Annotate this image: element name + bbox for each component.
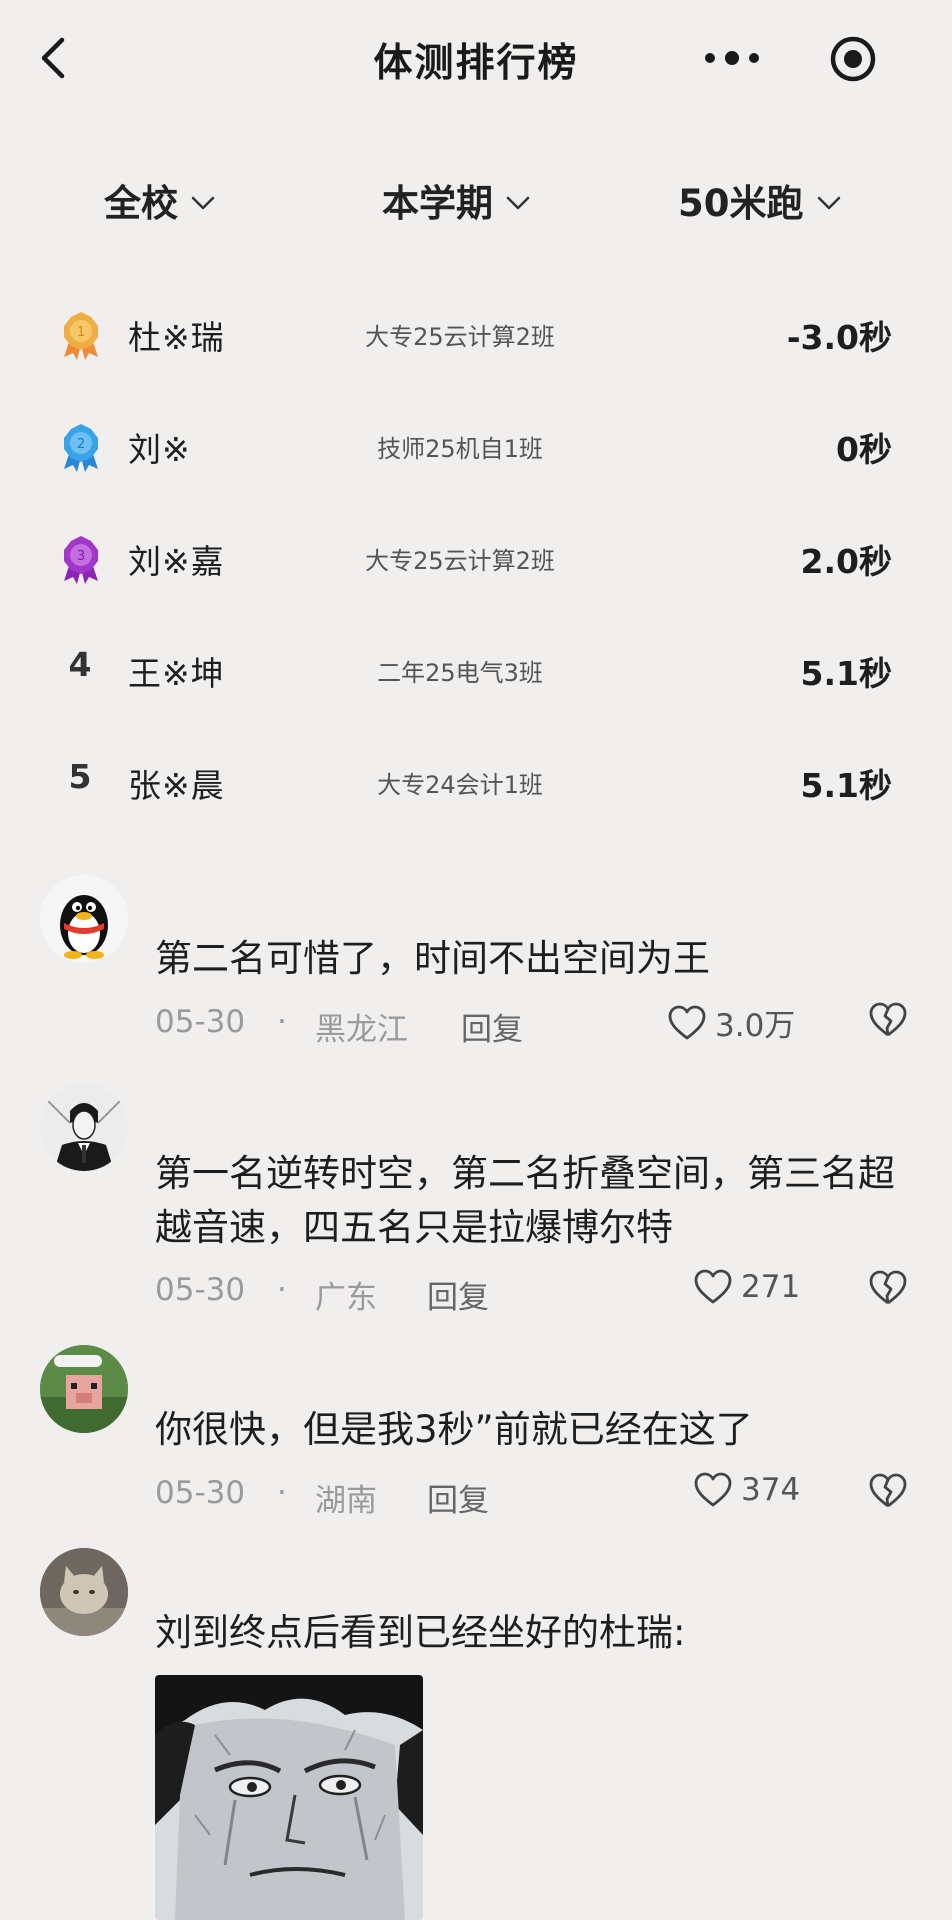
- bronze-medal-icon: 3: [64, 536, 98, 584]
- like-button[interactable]: 374: [693, 1471, 800, 1509]
- comment-text: 刘到终点后看到已经坐好的杜瑞:: [155, 1611, 686, 1654]
- comment-text: 你很快，但是我3秒”前就已经在这了: [155, 1408, 753, 1451]
- broken-heart-icon[interactable]: [867, 1268, 909, 1308]
- student-score: 2.0秒: [800, 542, 892, 581]
- avatar[interactable]: [40, 875, 128, 963]
- gold-medal-icon: 1: [64, 312, 98, 360]
- event-label: 50米跑: [678, 182, 804, 225]
- chevron-down-icon: [191, 196, 215, 210]
- like-count: 271: [741, 1269, 801, 1305]
- comment-date: 05-30: [155, 1272, 246, 1308]
- rank-number: 4: [68, 645, 92, 684]
- filter-bar: 全校 本学期 50米跑: [0, 170, 952, 230]
- reply-button[interactable]: 回复: [427, 1272, 489, 1317]
- more-icon: [705, 51, 759, 65]
- crying-anime-man-image: [155, 1675, 423, 1920]
- ranking-row[interactable]: 5 张※晨 大专24会计1班 5.1秒: [0, 751, 952, 811]
- student-name: 杜※瑞: [128, 318, 225, 357]
- like-button[interactable]: 3.0万: [667, 1000, 795, 1045]
- student-name: 张※晨: [128, 766, 225, 805]
- like-button[interactable]: 271: [693, 1268, 800, 1306]
- student-class: 大专25云计算2班: [365, 323, 555, 351]
- period-label: 本学期: [382, 182, 493, 225]
- svg-text:3: 3: [77, 549, 85, 564]
- comment-location: 广东: [315, 1280, 377, 1316]
- chevron-down-icon: [817, 196, 840, 210]
- rank-number: 5: [68, 757, 92, 796]
- meta-separator: ·: [277, 1004, 287, 1040]
- avatar[interactable]: [40, 1548, 128, 1636]
- nav-bar: 体测排行榜: [0, 0, 952, 118]
- like-count: 374: [741, 1472, 801, 1508]
- comment-image[interactable]: [155, 1675, 423, 1920]
- silver-medal-icon: 2: [64, 424, 98, 472]
- student-score: 5.1秒: [800, 766, 892, 805]
- scope-label: 全校: [104, 182, 178, 225]
- student-class: 大专25云计算2班: [365, 547, 555, 575]
- capsule-icon: [830, 36, 876, 82]
- student-score: -3.0秒: [786, 318, 892, 357]
- meta-separator: ·: [277, 1475, 287, 1511]
- heart-icon: [668, 1005, 706, 1039]
- comment-location: 黑龙江: [315, 1012, 408, 1048]
- ranking-row[interactable]: 3 刘※嘉 大专25云计算2班 2.0秒: [0, 527, 952, 587]
- broken-heart-icon[interactable]: [867, 1000, 909, 1040]
- chevron-down-icon: [506, 196, 530, 210]
- cat-avatar-icon: [40, 1548, 128, 1636]
- avatar[interactable]: [40, 1345, 128, 1433]
- ranking-row[interactable]: 2 刘※ 技师25机自1班 0秒: [0, 415, 952, 475]
- comment-meta: 05-30 · 广东 回复 271: [155, 1268, 915, 1316]
- svg-text:2: 2: [77, 437, 85, 452]
- meta-separator: ·: [277, 1272, 287, 1308]
- close-capsule-button[interactable]: [828, 34, 878, 84]
- student-class: 技师25机自1班: [377, 435, 543, 463]
- comment-text: 第二名可惜了，时间不出空间为王: [155, 937, 710, 980]
- reply-button[interactable]: 回复: [461, 1004, 523, 1049]
- student-score: 0秒: [836, 430, 892, 469]
- ranking-row[interactable]: 1 杜※瑞 大专25云计算2班 -3.0秒: [0, 303, 952, 363]
- like-count: 3.0万: [715, 1008, 796, 1044]
- broken-heart-icon[interactable]: [867, 1471, 909, 1511]
- comment-date: 05-30: [155, 1475, 246, 1511]
- comment-location: 湖南: [315, 1483, 377, 1519]
- period-dropdown[interactable]: 本学期: [382, 170, 531, 230]
- more-button[interactable]: [700, 38, 770, 78]
- comment-meta: 05-30 · 黑龙江 回复 3.0万: [155, 1000, 915, 1048]
- svg-text:1: 1: [77, 325, 85, 340]
- student-class: 大专24会计1班: [377, 771, 543, 799]
- ranking-row[interactable]: 4 王※坤 二年25电气3班 5.1秒: [0, 639, 952, 699]
- student-name: 刘※: [128, 430, 191, 469]
- comment-text: 第一名逆转时空，第二名折叠空间，第三名超越音速，四五名只是拉爆博尔特: [155, 1152, 895, 1249]
- comment-meta: 05-30 · 湖南 回复 374: [155, 1471, 915, 1519]
- suited-man-avatar-icon: [40, 1083, 128, 1171]
- heart-icon: [694, 1472, 732, 1507]
- penguin-avatar-icon: [40, 875, 128, 963]
- comment-date: 05-30: [155, 1004, 246, 1040]
- avatar[interactable]: [40, 1083, 128, 1171]
- page-title: 体测排行榜: [373, 41, 579, 86]
- event-dropdown[interactable]: 50米跑: [678, 170, 842, 230]
- heart-icon: [694, 1269, 732, 1304]
- student-score: 5.1秒: [800, 654, 892, 693]
- reply-button[interactable]: 回复: [427, 1475, 489, 1520]
- student-name: 王※坤: [128, 654, 225, 693]
- scope-dropdown[interactable]: 全校: [104, 170, 216, 230]
- student-class: 二年25电气3班: [377, 659, 543, 687]
- pig-avatar-icon: [40, 1345, 128, 1433]
- student-name: 刘※嘉: [128, 542, 225, 581]
